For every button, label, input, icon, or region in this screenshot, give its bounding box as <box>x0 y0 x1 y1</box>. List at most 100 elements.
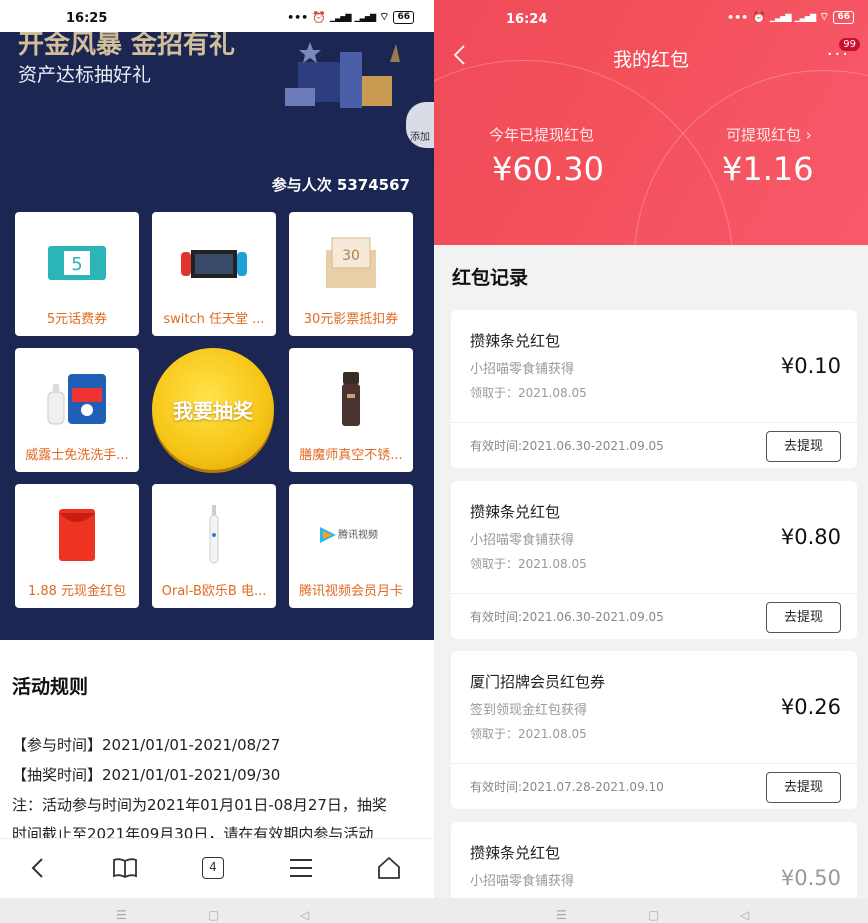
status-time: 16:24 <box>506 12 548 27</box>
prize-label: 膳魔师真空不锈... <box>299 448 403 463</box>
wifi-icon: ⌔ <box>819 10 830 23</box>
available-value: ¥1.16 <box>722 150 814 188</box>
red-packet-card: 厦门招牌会员红包券 签到领现金红包获得 领取于：2021.08.05 ¥0.26… <box>451 651 857 809</box>
phone-credit-ticket-icon: 5 <box>15 230 139 296</box>
withdraw-button[interactable]: 去提现 <box>766 602 841 633</box>
status-bar: 16:24 ••• ⏰ ▁▃▅▇ ▁▃▅▇ ⌔ 66 <box>434 0 868 32</box>
system-nav-bar-right: ☰ ▢ ◁ <box>434 898 868 923</box>
thermos-icon <box>289 366 413 432</box>
system-back-icon[interactable]: ◁ <box>740 908 749 922</box>
rules-line: 【参与时间】2021/01/01-2021/08/27 <box>12 736 281 754</box>
lottery-page: 开金风暴 金招有礼 资产达标抽好礼 添加 16:25 ••• ⏰ ▁▃▅▇ ▁▃… <box>0 0 434 898</box>
notification-badge: 99 <box>839 38 860 51</box>
tencent-video-logo-text: 腾讯视频 <box>338 528 378 541</box>
battery-icon: 66 <box>393 10 414 24</box>
tencent-video-logo-icon: 腾讯视频 <box>289 502 413 568</box>
recent-apps-icon[interactable]: ☰ <box>556 908 567 922</box>
back-arrow-icon[interactable] <box>22 853 52 883</box>
available-label[interactable]: 可提现红包 › <box>726 124 812 145</box>
signal-icon: ▁▃▅▇ <box>329 12 352 22</box>
prize-label: 威露士免洗洗手... <box>25 448 129 463</box>
movie-ticket-icon: 30 <box>289 230 413 296</box>
packet-received-date: 领取于：2021.08.05 <box>470 386 587 400</box>
wifi-icon: ⌔ <box>379 10 390 23</box>
prize-cell[interactable]: 威露士免洗洗手... <box>15 348 139 472</box>
prize-cell[interactable]: 5 5元话费券 <box>15 212 139 336</box>
menu-icon[interactable] <box>286 853 316 883</box>
signal-icon: ▁▃▅▇ <box>769 12 792 22</box>
system-home-icon[interactable]: ▢ <box>208 908 219 922</box>
card-divider <box>451 763 857 764</box>
card-divider <box>451 593 857 594</box>
packet-amount: ¥0.26 <box>780 695 841 719</box>
prize-cell[interactable]: 30 30元影票抵扣券 <box>289 212 413 336</box>
page-title: 我的红包 <box>612 49 689 71</box>
bookmarks-book-icon[interactable] <box>110 853 140 883</box>
more-dots-icon: ••• <box>727 10 749 24</box>
status-time: 16:25 <box>66 11 108 26</box>
packet-name: 攒辣条兑红包 <box>470 332 561 350</box>
rules-line: 【抽奖时间】2021/01/01-2021/09/30 <box>12 766 281 784</box>
add-shortcut-label: 添加 <box>410 132 430 143</box>
packet-validity: 有效时间:2021.07.28-2021.09.10 <box>470 780 664 794</box>
tabs-count-button[interactable]: 4 <box>198 853 228 883</box>
prize-label: 腾讯视频会员月卡 <box>298 584 403 599</box>
signal-icon-2: ▁▃▅▇ <box>354 12 377 22</box>
rules-line: 注：活动参与时间为2021年01月01日-08月27日，抽奖 <box>12 796 387 814</box>
system-home-icon[interactable]: ▢ <box>648 908 659 922</box>
prize-cell[interactable]: switch 任天堂 ... <box>152 212 276 336</box>
red-envelope-icon <box>15 502 139 568</box>
banner-subtitle: 资产达标抽好礼 <box>18 64 152 86</box>
prize-grid: 5 5元话费券 switch 任天堂 ... 30 30元影票抵扣券 威露士免洗… <box>15 212 413 608</box>
participant-count: 参与人次 5374567 <box>271 176 410 194</box>
packet-source: 小招喵零食铺获得 <box>470 533 575 548</box>
status-icons: ••• ⏰ ▁▃▅▇ ▁▃▅▇ ⌔ 66 <box>727 10 854 24</box>
packet-amount: ¥0.50 <box>780 866 841 890</box>
prize-cell[interactable]: Oral-B欧乐B 电... <box>152 484 276 608</box>
battery-icon: 66 <box>833 10 854 24</box>
tabs-count: 4 <box>202 857 224 879</box>
browser-toolbar: 4 <box>0 838 434 898</box>
status-bar: 16:25 ••• ⏰ ▁▃▅▇ ▁▃▅▇ ⌔ 66 <box>0 0 434 32</box>
packet-amount: ¥0.10 <box>780 354 841 378</box>
prize-label: 5元话费券 <box>46 312 108 327</box>
activity-rules: 活动规则 【参与时间】2021/01/01-2021/08/27 【抽奖时间】2… <box>0 640 434 843</box>
system-nav-bar-left: ☰ ▢ ◁ <box>0 898 434 923</box>
records-title: 红包记录 <box>452 267 529 289</box>
packet-name: 厦门招牌会员红包券 <box>470 673 606 691</box>
withdraw-button[interactable]: 去提现 <box>766 431 841 462</box>
electric-toothbrush-icon <box>152 502 276 568</box>
packet-received-date: 领取于：2021.08.05 <box>470 727 587 741</box>
alarm-icon: ⏰ <box>752 10 766 24</box>
withdrawn-value: ¥60.30 <box>492 150 604 188</box>
nintendo-switch-icon <box>152 230 276 296</box>
prize-label: switch 任天堂 ... <box>163 312 265 327</box>
prize-cell[interactable]: 腾讯视频 腾讯视频会员月卡 <box>289 484 413 608</box>
prize-cell[interactable]: 1.88 元现金红包 <box>15 484 139 608</box>
prize-label: Oral-B欧乐B 电... <box>161 584 267 599</box>
prize-cell[interactable]: 膳魔师真空不锈... <box>289 348 413 472</box>
screenshot-root: 开金风暴 金招有礼 资产达标抽好礼 添加 16:25 ••• ⏰ ▁▃▅▇ ▁▃… <box>0 0 868 923</box>
packet-source: 小招喵零食铺获得 <box>470 362 575 377</box>
more-dots-icon: ••• <box>287 10 309 24</box>
signal-icon-2: ▁▃▅▇ <box>794 12 817 22</box>
banner-prize-illustration <box>285 42 400 108</box>
home-icon[interactable] <box>374 853 404 883</box>
hand-sanitizer-icon <box>15 366 139 432</box>
packet-name: 攒辣条兑红包 <box>470 844 561 862</box>
add-shortcut-button[interactable]: 添加 <box>406 102 434 148</box>
system-back-icon[interactable]: ◁ <box>300 908 309 922</box>
alarm-icon: ⏰ <box>312 10 326 24</box>
packet-validity: 有效时间:2021.06.30-2021.09.05 <box>470 439 664 453</box>
prize-label: 1.88 元现金红包 <box>27 584 127 599</box>
packet-validity: 有效时间:2021.06.30-2021.09.05 <box>470 610 664 624</box>
red-packet-header: 16:24 ••• ⏰ ▁▃▅▇ ▁▃▅▇ ⌔ 66 我的红包 ··· 99 今… <box>434 0 868 245</box>
prize-label: 30元影票抵扣券 <box>303 312 399 327</box>
recent-apps-icon[interactable]: ☰ <box>116 908 127 922</box>
packet-source: 小招喵零食铺获得 <box>470 874 575 889</box>
red-packet-card: 攒辣条兑红包 小招喵零食铺获得 领取于：2021.08.05 ¥0.80 有效时… <box>451 481 857 639</box>
red-packet-card: 攒辣条兑红包 小招喵零食铺获得 领取于：2021.08.05 ¥0.10 有效时… <box>451 310 857 468</box>
packet-received-date: 领取于：2021.08.05 <box>470 557 587 571</box>
draw-lottery-button[interactable]: 我要抽奖 <box>152 348 274 470</box>
withdraw-button[interactable]: 去提现 <box>766 772 841 803</box>
